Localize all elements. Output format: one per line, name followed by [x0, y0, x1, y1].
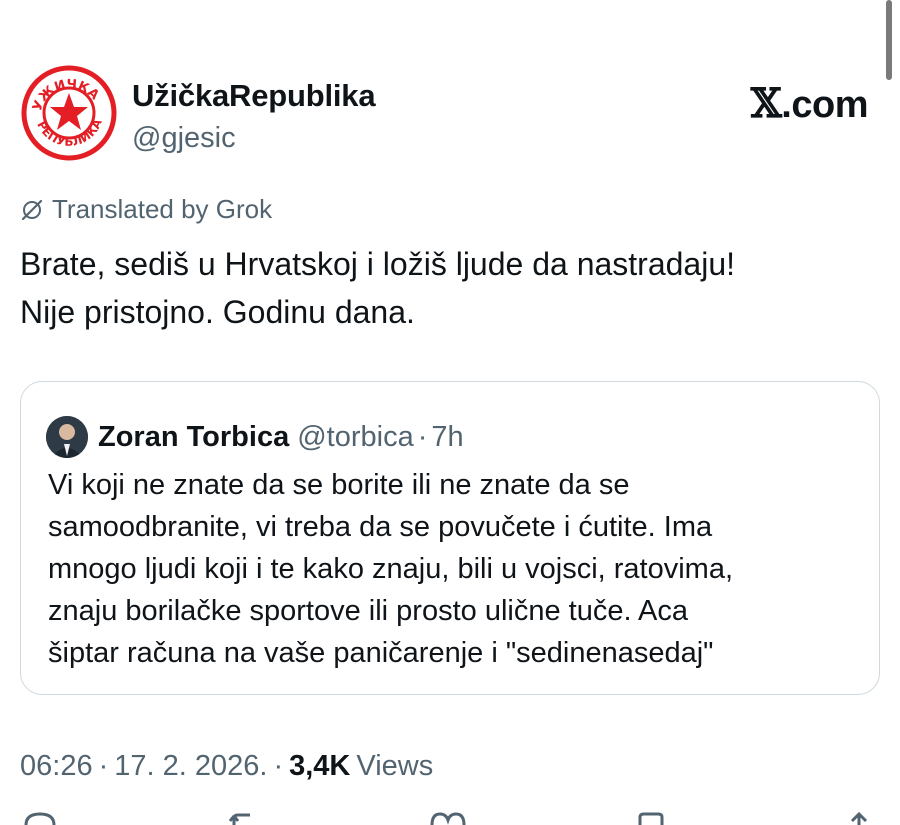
like-icon[interactable]	[428, 812, 468, 825]
quoted-author-avatar[interactable]	[46, 416, 88, 458]
separator-dot: ·	[98, 750, 109, 782]
quoted-tweet-time[interactable]: 7h	[431, 421, 463, 454]
tweet-text: Brate, sediš u Hrvatskoj i ložiš ljude d…	[20, 240, 870, 336]
translation-label: Translated by Grok	[52, 194, 273, 224]
views-label: Views	[356, 750, 434, 782]
tweet-line: Nije pristojno. Godinu dana.	[20, 294, 415, 330]
x-brand-logo: 𝕏 .com	[750, 80, 869, 127]
translation-notice[interactable]: Translated by Grok	[20, 194, 272, 225]
tweet-time[interactable]: 06:26	[20, 750, 93, 783]
quoted-line: mnogo ljudi koji i te kako znaju, bili u…	[48, 553, 734, 585]
separator-dot: ·	[273, 750, 284, 782]
red-star-emblem-icon: УЖИЧКА РЕПУБЛИКА	[21, 65, 117, 161]
quoted-line: samoodbranite, vi treba da se povučete i…	[48, 511, 713, 543]
quoted-tweet-card[interactable]: Zoran Torbica @torbica · 7h Vi koji ne z…	[20, 381, 880, 695]
quoted-tweet-text: Vi koji ne znate da se borite ili ne zna…	[48, 464, 733, 674]
share-icon[interactable]	[842, 812, 876, 825]
author-handle[interactable]: @gjesic	[132, 122, 236, 155]
bookmark-icon[interactable]	[634, 812, 668, 825]
quoted-line: Vi koji ne znate da se borite ili ne zna…	[48, 469, 630, 501]
quoted-line: znaju borilačke sportove ili prosto ulič…	[48, 595, 688, 627]
quoted-line: šiptar računa na vaše paničarenje i "sed…	[48, 637, 714, 669]
separator-dot: ·	[417, 420, 428, 453]
quoted-tweet-header: Zoran Torbica @torbica · 7h	[46, 416, 464, 458]
x-logo-icon: 𝕏	[750, 80, 782, 127]
scrollbar[interactable]	[886, 0, 892, 80]
reply-icon[interactable]	[22, 812, 58, 825]
tweet-date[interactable]: 17. 2. 2026.	[114, 750, 267, 783]
brand-domain: .com	[781, 84, 868, 126]
repost-icon[interactable]	[228, 812, 268, 825]
tweet-line: Brate, sediš u Hrvatskoj i ložiš ljude d…	[20, 246, 736, 282]
quoted-author-handle[interactable]: @torbica	[297, 421, 413, 454]
person-photo-icon	[46, 416, 88, 458]
grok-icon	[21, 199, 43, 220]
tweet-metadata: 06:26 · 17. 2. 2026. · 3,4K Views	[20, 750, 433, 783]
author-avatar[interactable]: УЖИЧКА РЕПУБЛИКА	[20, 64, 118, 162]
author-display-name[interactable]: UžičkaRepublika	[132, 78, 376, 114]
action-bar	[0, 812, 900, 825]
views-count[interactable]: 3,4K	[289, 750, 350, 783]
quoted-author-name[interactable]: Zoran Torbica	[98, 421, 289, 454]
